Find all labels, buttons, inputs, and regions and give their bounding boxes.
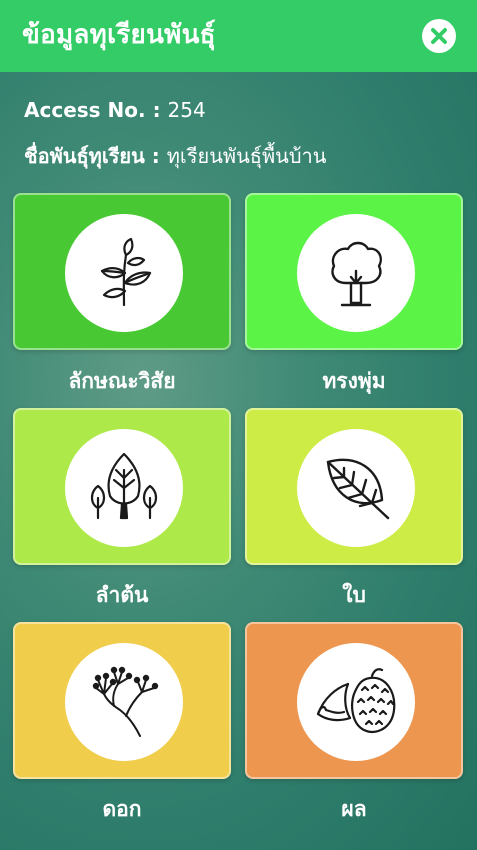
category-label-leaf[interactable]: ใบ [245, 579, 463, 612]
icon-circle [297, 429, 415, 547]
close-button[interactable] [422, 19, 456, 53]
category-card-flower[interactable] [13, 622, 231, 779]
tree-canopy-icon [331, 241, 382, 307]
trees-trunk-icon [90, 452, 158, 520]
category-card-fruit[interactable] [245, 622, 463, 779]
variety-name-label: ชื่อพันธุ์ทุเรียน [24, 144, 145, 168]
category-label-flower[interactable]: ดอก [13, 793, 231, 826]
leaf-icon [326, 458, 390, 520]
category-label-fruit[interactable]: ผล [245, 793, 463, 826]
access-number-value: 254 [167, 98, 206, 122]
category-label-canopy[interactable]: ทรงพุ่ม [245, 365, 463, 398]
access-number-row: Access No. : 254 [24, 98, 206, 122]
category-label-trunk[interactable]: ลำต้น [13, 579, 231, 612]
plant-sprout-icon [100, 237, 152, 307]
variety-name-value: ทุเรียนพันธุ์พื้นบ้าน [166, 144, 327, 168]
icon-circle [65, 214, 183, 332]
close-icon [431, 28, 447, 44]
access-number-separator: : [145, 98, 168, 122]
variety-name-separator: : [144, 144, 167, 168]
category-card-leaf[interactable] [245, 408, 463, 565]
category-card-trunk[interactable] [13, 408, 231, 565]
page-title: ข้อมูลทุเรียนพันธุ์ [22, 20, 216, 50]
category-label-habit[interactable]: ลักษณะวิสัย [13, 365, 231, 398]
access-number-label: Access No. [24, 98, 146, 122]
icon-circle [65, 643, 183, 761]
flower-icon [92, 666, 159, 737]
icon-circle [297, 643, 415, 761]
icon-circle [297, 214, 415, 332]
durian-fruit-icon [316, 668, 396, 734]
icon-circle [65, 429, 183, 547]
category-card-habit[interactable] [13, 193, 231, 350]
header-bar: ข้อมูลทุเรียนพันธุ์ [0, 0, 477, 72]
variety-name-row: ชื่อพันธุ์ทุเรียน : ทุเรียนพันธุ์พื้นบ้า… [24, 140, 326, 172]
category-card-canopy[interactable] [245, 193, 463, 350]
